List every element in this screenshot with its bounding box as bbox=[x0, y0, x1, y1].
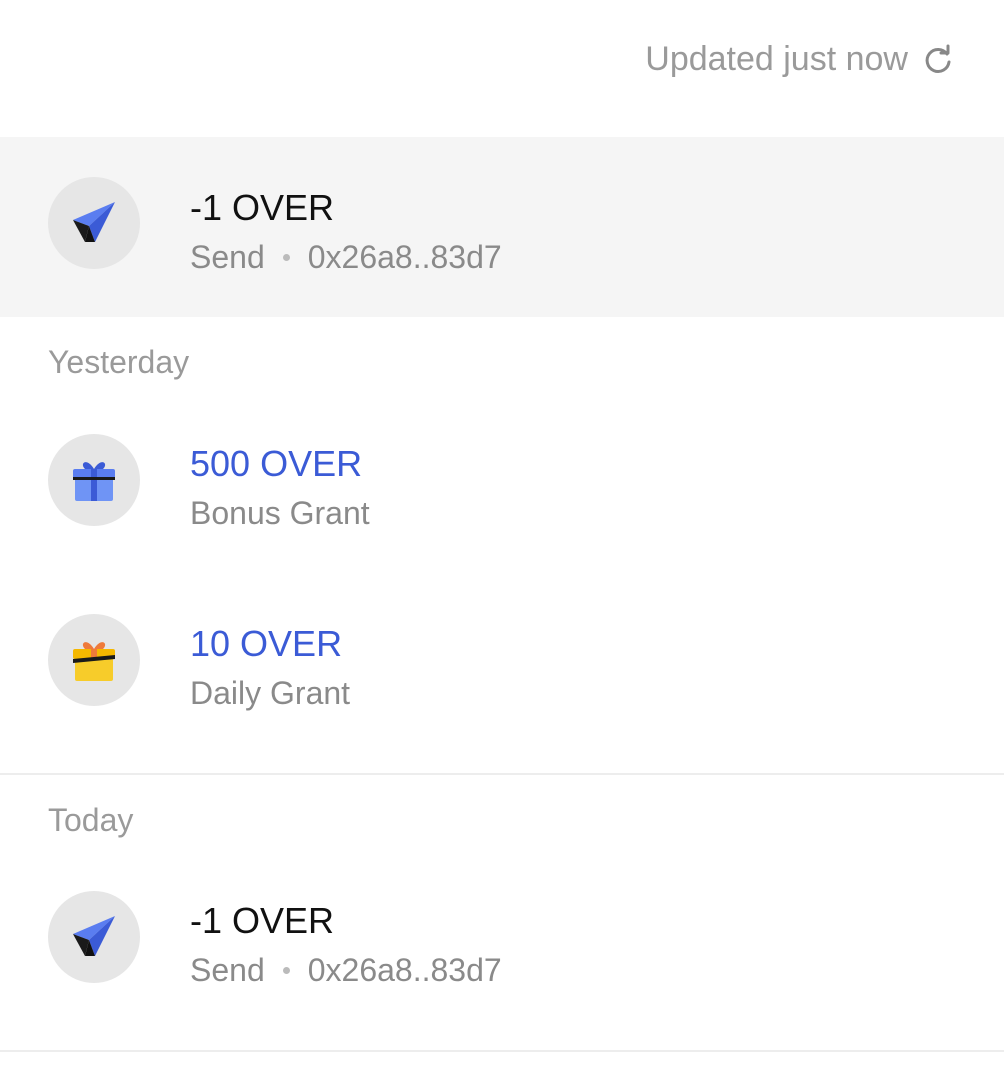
status-header: Updated just now bbox=[0, 0, 1004, 130]
transaction-amount: -1 OVER bbox=[190, 187, 335, 228]
section-label-yesterday: Yesterday bbox=[48, 344, 190, 380]
gift-yellow-icon bbox=[48, 614, 140, 706]
transaction-address: 0x26a8..83d7 bbox=[307, 952, 502, 988]
transaction-amount: 10 OVER bbox=[190, 623, 343, 664]
updated-status[interactable]: Updated just now bbox=[645, 40, 954, 79]
separator-dot bbox=[282, 254, 290, 261]
transaction-type: Daily Grant bbox=[190, 675, 351, 711]
transaction-type: Send bbox=[190, 952, 265, 988]
gift-blue-icon bbox=[48, 434, 140, 526]
transaction-row[interactable]: 10 OVER Daily Grant bbox=[0, 585, 1004, 765]
separator-dot bbox=[282, 967, 290, 974]
transaction-row[interactable]: -1 OVER Send 0x26a8..83d7 bbox=[0, 862, 1004, 1042]
transaction-amount: 500 OVER bbox=[190, 443, 363, 484]
transaction-amount: -1 OVER bbox=[190, 900, 335, 941]
transaction-details: Send 0x26a8..83d7 bbox=[190, 239, 502, 276]
transaction-row[interactable]: 500 OVER Bonus Grant bbox=[0, 405, 1004, 585]
transaction-type: Send bbox=[190, 239, 265, 275]
refresh-icon[interactable] bbox=[922, 44, 954, 76]
paper-plane-icon bbox=[48, 177, 140, 269]
section-divider bbox=[0, 773, 1004, 775]
transaction-details: Send 0x26a8..83d7 bbox=[190, 952, 502, 989]
transaction-type: Bonus Grant bbox=[190, 495, 370, 531]
section-divider bbox=[0, 1050, 1004, 1052]
paper-plane-icon bbox=[48, 891, 140, 983]
updated-text: Updated just now bbox=[645, 40, 908, 78]
section-label-today: Today bbox=[48, 802, 134, 838]
transaction-row[interactable]: -1 OVER Send 0x26a8..83d7 bbox=[0, 137, 1004, 317]
transaction-address: 0x26a8..83d7 bbox=[307, 239, 502, 275]
